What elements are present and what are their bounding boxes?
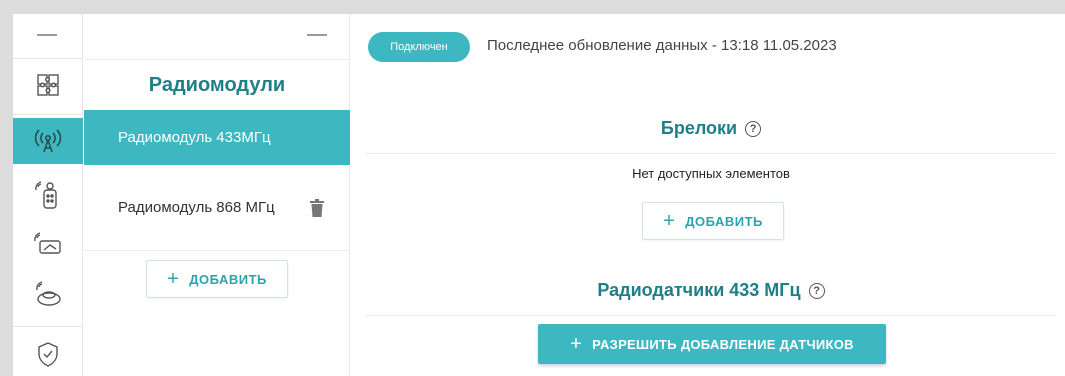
module-item-label: Радиомодуль 433МГц <box>118 129 271 146</box>
section-title-text: Брелоки <box>660 118 738 138</box>
divider <box>13 326 83 327</box>
plus-icon: + <box>570 333 583 355</box>
collapse-handle[interactable] <box>37 34 57 36</box>
radio-antenna-icon[interactable] <box>13 118 83 164</box>
left-border <box>0 14 13 376</box>
help-icon[interactable]: ? <box>745 120 762 137</box>
sensors-section-title: Радиодатчики 433 МГц ? <box>366 280 1056 301</box>
collapse-handle[interactable] <box>307 34 327 36</box>
remote-fob-icon[interactable] <box>13 176 83 216</box>
status-badge: Подключен <box>368 32 470 62</box>
last-update-text: Последнее обновление данных - 13:18 11.0… <box>487 37 837 54</box>
radio-modules-panel: Радиомодули Радиомодуль 433МГц Радиомоду… <box>84 14 350 376</box>
fobs-section-title: Брелоки ? <box>366 118 1056 139</box>
main-content: Подключен Последнее обновление данных - … <box>351 14 1065 376</box>
puzzle-icon[interactable] <box>13 64 83 106</box>
add-module-button[interactable]: + ДОБАВИТЬ <box>146 260 288 298</box>
module-item-868[interactable]: Радиомодуль 868 МГц <box>84 165 350 251</box>
empty-state-text: Нет доступных элементов <box>632 166 790 181</box>
add-fob-button[interactable]: + ДОБАВИТЬ <box>642 202 784 240</box>
trash-icon[interactable] <box>310 199 324 221</box>
divider <box>13 114 83 115</box>
help-icon[interactable]: ? <box>808 282 825 299</box>
divider <box>84 59 350 60</box>
wireless-gauge-icon[interactable] <box>13 224 83 264</box>
add-label: ДОБАВИТЬ <box>189 271 267 287</box>
allow-sensors-button[interactable]: + РАЗРЕШИТЬ ДОБАВЛЕНИЕ ДАТЧИКОВ <box>538 324 886 364</box>
panel-title: Радиомодули <box>148 74 286 96</box>
divider <box>366 153 1056 154</box>
divider <box>366 315 1056 316</box>
module-item-label: Радиомодуль 868 МГц <box>118 198 275 216</box>
top-border <box>0 0 1065 14</box>
module-item-433[interactable]: Радиомодуль 433МГц <box>84 110 350 165</box>
allow-label: РАЗРЕШИТЬ ДОБАВЛЕНИЕ ДАТЧИКОВ <box>592 336 854 352</box>
shield-check-icon[interactable] <box>13 334 83 374</box>
add-label: ДОБАВИТЬ <box>685 213 763 229</box>
wireless-siren-icon[interactable] <box>13 272 83 316</box>
plus-icon: + <box>167 268 180 290</box>
plus-icon: + <box>663 210 676 232</box>
divider <box>13 58 83 59</box>
icon-rail <box>13 14 83 376</box>
section-title-text: Радиодатчики 433 МГц <box>597 280 801 300</box>
